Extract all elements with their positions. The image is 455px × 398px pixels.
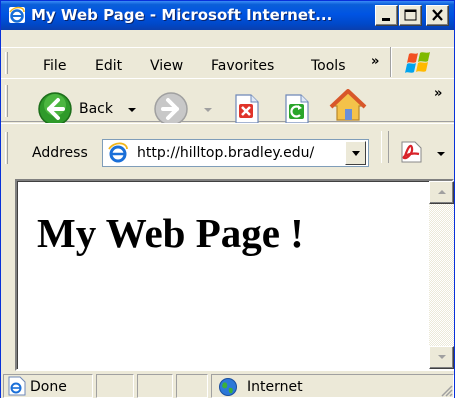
forward-arrow-icon <box>154 92 188 126</box>
windows-logo-icon <box>405 52 430 73</box>
toolbar-grip[interactable] <box>5 85 8 117</box>
scroll-down-button[interactable] <box>429 346 454 369</box>
menu-file[interactable]: File <box>43 58 66 74</box>
home-button[interactable] <box>329 89 367 127</box>
page-status-icon <box>8 376 26 396</box>
page-heading: My Web Page ! <box>37 210 304 256</box>
status-pane-2 <box>96 374 134 398</box>
scroll-up-button[interactable] <box>429 181 454 204</box>
toolbar-overflow-chevron[interactable]: » <box>434 86 442 101</box>
menu-overflow-chevron[interactable]: » <box>371 54 379 69</box>
menu-separator <box>390 47 392 77</box>
address-dropdown-button[interactable] <box>345 141 366 165</box>
status-pane-3 <box>137 374 173 398</box>
menu-tools[interactable]: Tools <box>311 58 346 74</box>
resize-grip-icon[interactable] <box>439 383 453 397</box>
refresh-icon <box>285 94 309 124</box>
status-text: Done <box>30 379 67 395</box>
page-ie-icon <box>108 142 128 163</box>
title-bar: My Web Page - Microsoft Internet... <box>1 1 454 30</box>
status-zone-label: Internet <box>247 379 303 395</box>
menu-favorites[interactable]: Favorites <box>211 58 274 74</box>
close-icon <box>432 9 443 21</box>
browser-window: My Web Page - Microsoft Internet... File… <box>0 0 455 398</box>
maximize-button[interactable] <box>399 5 422 26</box>
scroll-up-arrow-icon <box>438 190 446 194</box>
page-viewport[interactable] <box>15 179 454 371</box>
links-toolbar-grip[interactable] <box>381 131 389 163</box>
address-bar-grip[interactable] <box>5 132 8 164</box>
forward-dropdown-arrow[interactable] <box>204 108 212 112</box>
back-button-label[interactable]: Back <box>79 101 113 117</box>
back-arrow-icon <box>38 92 72 126</box>
back-dropdown-arrow[interactable] <box>128 108 136 112</box>
home-icon <box>329 89 367 121</box>
address-url[interactable]: http://hilltop.bradley.edu/ <box>137 145 343 161</box>
vertical-scrollbar[interactable] <box>429 181 454 369</box>
menu-edit[interactable]: Edit <box>95 58 122 74</box>
maximize-icon <box>404 9 417 21</box>
pdf-icon[interactable] <box>399 139 425 165</box>
ie-app-icon <box>9 6 25 23</box>
minimize-button[interactable] <box>375 5 398 26</box>
address-label: Address <box>32 145 88 161</box>
window-title: My Web Page - Microsoft Internet... <box>31 6 333 24</box>
status-pane-4 <box>176 374 208 398</box>
internet-zone-globe-icon <box>219 378 237 396</box>
menu-view[interactable]: View <box>150 58 183 74</box>
close-button[interactable] <box>426 5 449 26</box>
menu-bar-grip[interactable] <box>5 52 8 74</box>
stop-icon <box>235 94 259 124</box>
minimize-icon <box>382 18 390 21</box>
pdf-dropdown-arrow[interactable] <box>437 152 445 156</box>
scroll-down-arrow-icon <box>438 355 446 359</box>
